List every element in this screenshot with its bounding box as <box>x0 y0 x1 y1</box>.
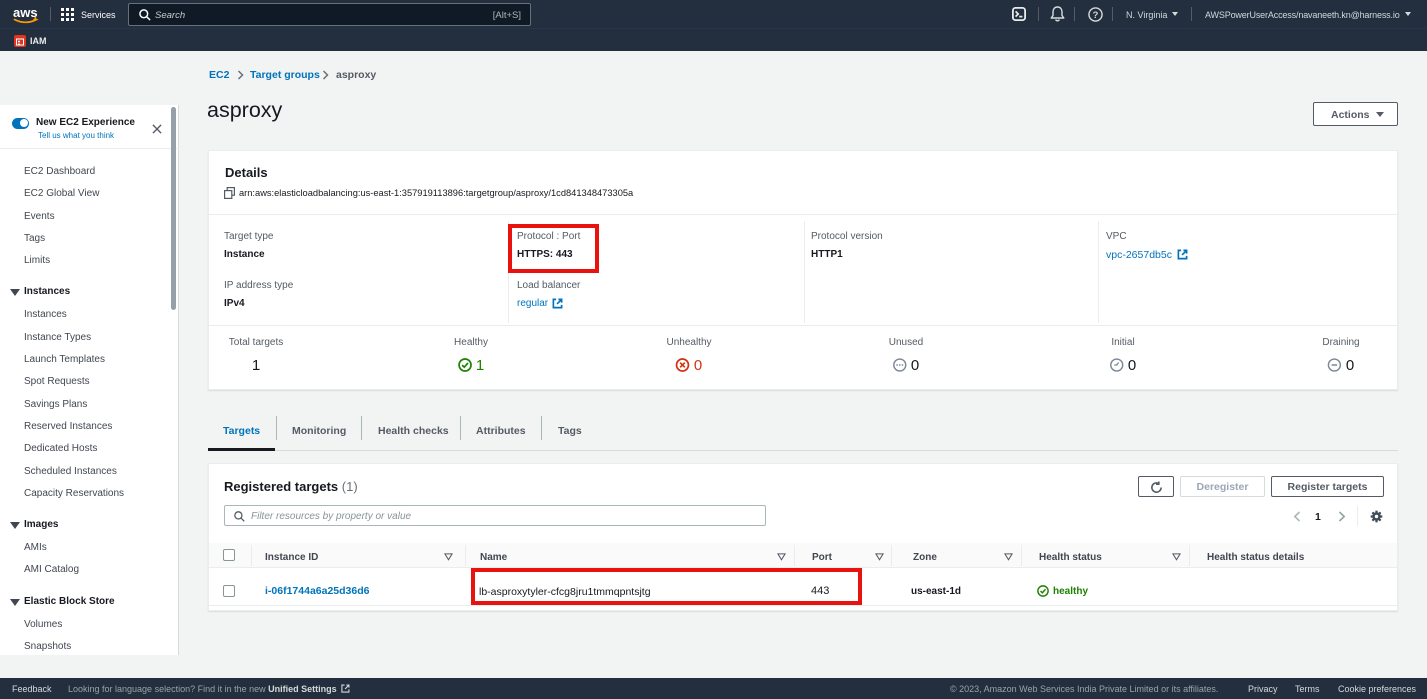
svg-text:?: ? <box>1093 10 1099 20</box>
svg-text:aws: aws <box>13 5 38 20</box>
